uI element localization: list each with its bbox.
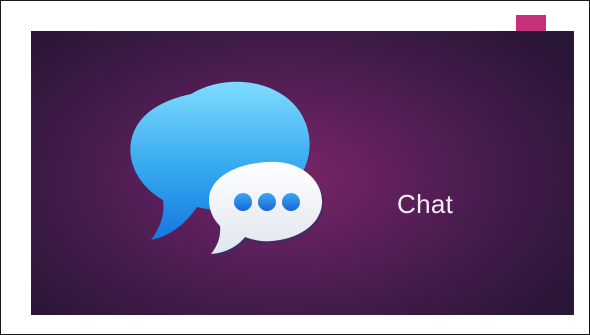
- presentation-slide: Chat: [0, 0, 590, 335]
- slide-content-area: Chat: [31, 31, 574, 315]
- dot-icon: [282, 193, 300, 211]
- chat-bubbles-icon: [121, 76, 336, 274]
- dot-icon: [258, 193, 276, 211]
- slide-title: Chat: [397, 189, 454, 219]
- dot-icon: [234, 193, 252, 211]
